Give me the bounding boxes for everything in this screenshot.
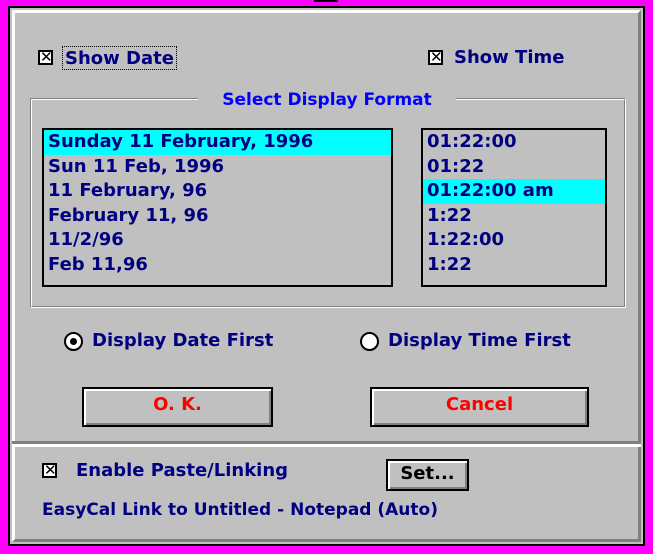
cancel-button-label: Cancel <box>445 394 514 415</box>
list-item[interactable]: Sun 11 Feb, 1996 <box>44 155 391 180</box>
show-time-label[interactable]: Show Time <box>454 46 564 70</box>
ok-button-label: O. K. <box>153 394 202 415</box>
group-title: Select Display Format <box>198 90 456 112</box>
cancel-button[interactable]: Cancel <box>370 387 589 427</box>
list-item[interactable]: February 11, 96 <box>44 204 391 229</box>
date-first-radio[interactable] <box>64 332 83 351</box>
show-date-label[interactable]: Show Date <box>62 46 177 70</box>
list-item[interactable]: 1:22 <box>423 253 605 278</box>
enable-linking-checkbox[interactable]: ✕ <box>42 463 57 478</box>
divider-highlight <box>12 444 641 447</box>
link-status-text: EasyCal Link to Untitled - Notepad (Auto… <box>42 500 438 520</box>
ok-button[interactable]: O. K. <box>82 387 273 427</box>
list-item[interactable]: 11 February, 96 <box>44 179 391 204</box>
radio-selected-dot <box>70 338 77 345</box>
list-item[interactable]: 01:22:00 am <box>423 179 605 204</box>
show-date-checkbox[interactable]: ✕ <box>38 50 53 65</box>
title-bar-remnant <box>314 0 338 5</box>
set-button[interactable]: Set... <box>386 459 469 491</box>
list-item[interactable]: Sunday 11 February, 1996 <box>44 130 391 155</box>
date-first-label[interactable]: Display Date First <box>92 329 273 353</box>
time-first-radio[interactable] <box>360 332 379 351</box>
list-item[interactable]: 01:22:00 <box>423 130 605 155</box>
time-first-label[interactable]: Display Time First <box>388 329 571 353</box>
list-item[interactable]: 1:22 <box>423 204 605 229</box>
list-item[interactable]: Feb 11,96 <box>44 253 391 278</box>
list-item[interactable]: 1:22:00 <box>423 228 605 253</box>
list-item[interactable]: 01:22 <box>423 155 605 180</box>
enable-linking-label[interactable]: Enable Paste/Linking <box>76 459 288 483</box>
time-format-list[interactable]: 01:22:00 01:22 01:22:00 am 1:22 1:22:00 … <box>421 128 607 287</box>
date-format-list[interactable]: Sunday 11 February, 1996 Sun 11 Feb, 199… <box>42 128 393 287</box>
show-time-checkbox[interactable]: ✕ <box>428 50 443 65</box>
list-item[interactable]: 11/2/96 <box>44 228 391 253</box>
